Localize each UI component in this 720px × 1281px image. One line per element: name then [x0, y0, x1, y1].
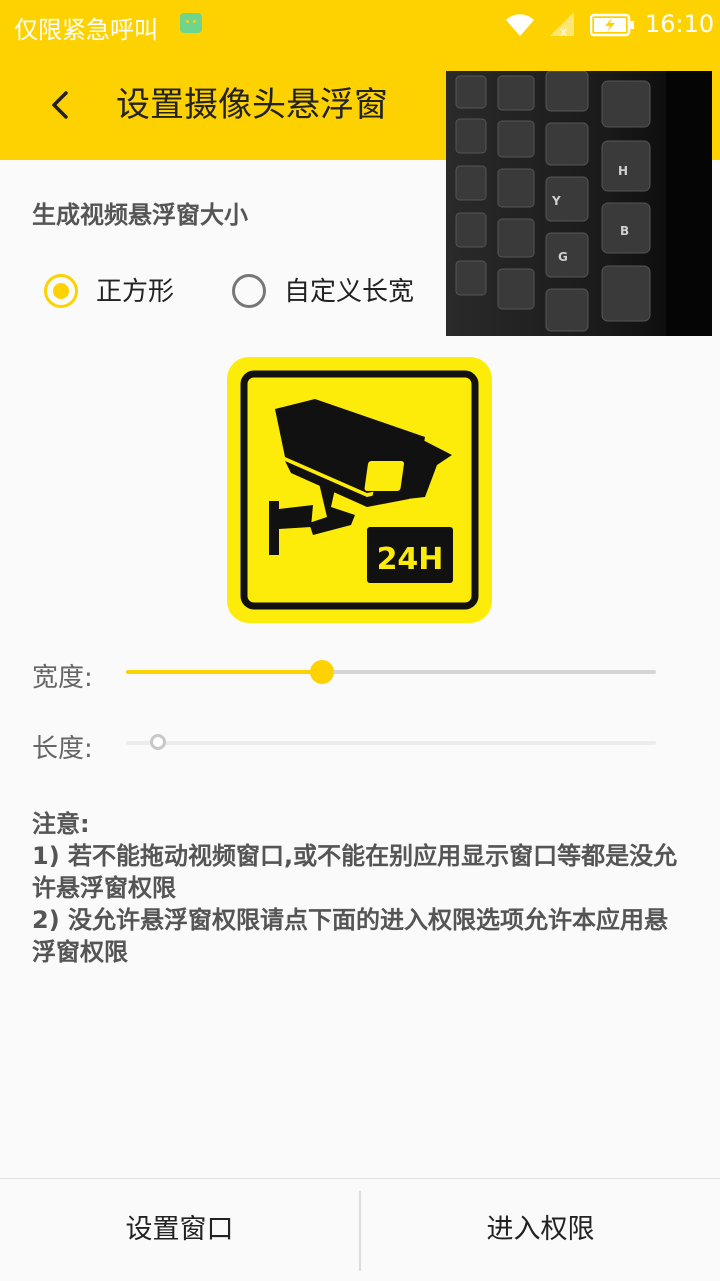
notes-title: 注意: — [32, 810, 90, 838]
camera-preview[interactable]: Y H B G — [446, 71, 712, 336]
length-slider-thumb[interactable] — [149, 734, 166, 750]
svg-text:G: G — [558, 250, 568, 264]
svg-text:B: B — [620, 224, 629, 238]
length-label: 长度: — [32, 734, 93, 764]
badge-24h-text: 24H — [377, 542, 444, 577]
width-slider[interactable] — [126, 660, 656, 684]
keyboard-preview-image: Y H B G — [446, 71, 712, 336]
android-icon — [180, 13, 202, 33]
carrier-text: 仅限紧急呼叫 — [14, 16, 158, 44]
width-slider-fill — [126, 670, 323, 674]
radio-checked-icon[interactable] — [44, 274, 78, 308]
bottom-bar: 设置窗口 进入权限 — [0, 1178, 720, 1281]
set-window-button[interactable]: 设置窗口 — [0, 1179, 359, 1281]
battery-charging-icon — [590, 13, 634, 37]
chevron-left-icon — [52, 91, 68, 119]
radio-custom[interactable]: 自定义长宽 — [232, 272, 432, 318]
signal-icon: x — [550, 12, 574, 38]
radio-unchecked-icon[interactable] — [232, 274, 266, 308]
radio-square[interactable]: 正方形 — [44, 272, 194, 318]
back-button[interactable] — [40, 80, 80, 130]
svg-text:H: H — [618, 164, 628, 178]
radio-custom-label: 自定义长宽 — [284, 277, 415, 307]
notes-line-1: 1) 若不能拖动视频窗口,或不能在别应用显示窗口等都是没允许悬浮窗权限 — [32, 842, 678, 902]
svg-text:Y: Y — [551, 194, 561, 208]
notes-line-2: 2) 没允许悬浮窗权限请点下面的进入权限选项允许本应用悬浮窗权限 — [32, 906, 669, 966]
radio-square-label: 正方形 — [96, 277, 175, 307]
notes-block: 注意: 1) 若不能拖动视频窗口,或不能在别应用显示窗口等都是没允许悬浮窗权限 … — [32, 808, 692, 968]
wifi-icon — [506, 14, 534, 36]
status-bar: 仅限紧急呼叫 x 16:10 — [0, 0, 720, 50]
page-title: 设置摄像头悬浮窗 — [116, 85, 388, 125]
security-camera-logo: 24H — [227, 357, 492, 623]
clock: 16:10 — [645, 10, 715, 38]
enter-permission-button[interactable]: 进入权限 — [361, 1179, 720, 1281]
size-section-label: 生成视频悬浮窗大小 — [32, 201, 248, 229]
svg-text:x: x — [560, 25, 567, 38]
width-label: 宽度: — [32, 663, 93, 693]
length-slider[interactable] — [126, 734, 656, 750]
width-slider-thumb[interactable] — [310, 660, 335, 684]
